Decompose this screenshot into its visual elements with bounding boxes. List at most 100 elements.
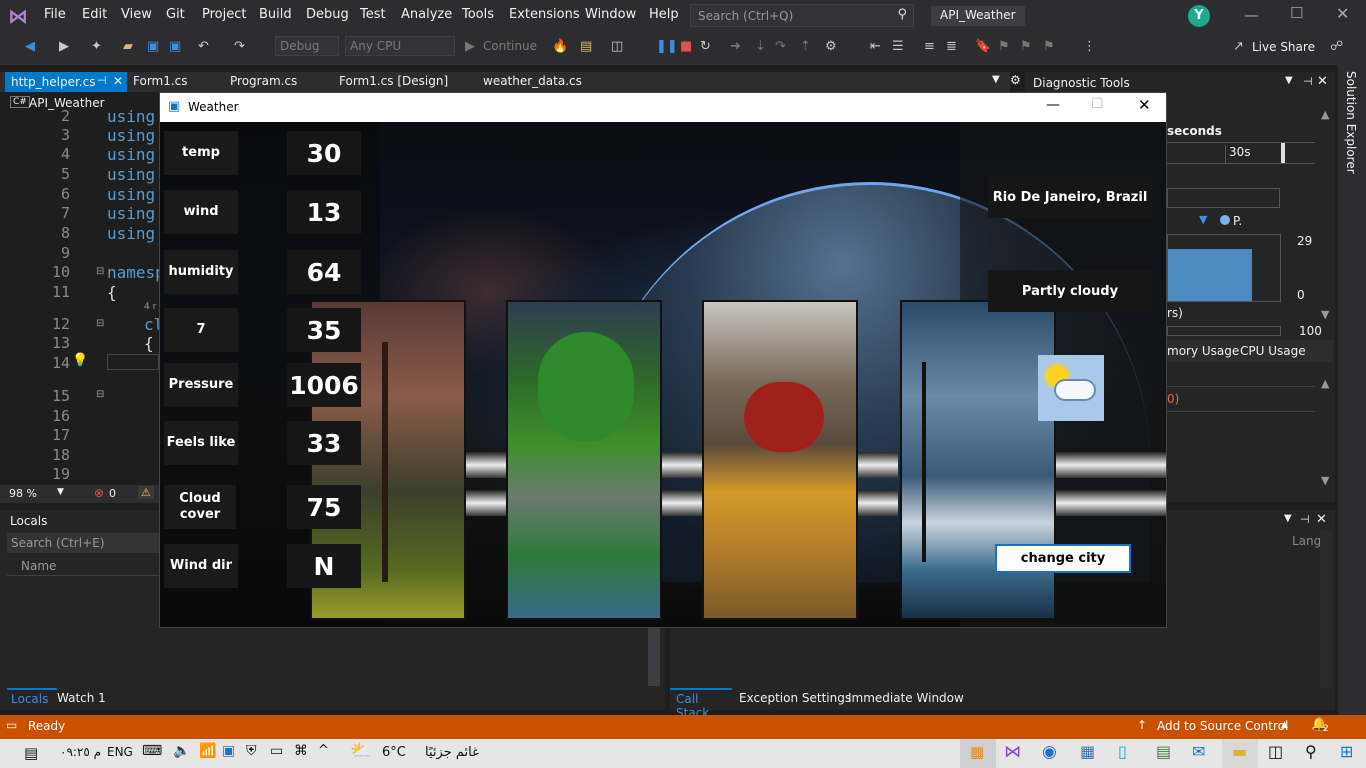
- code-lens-refs[interactable]: 4 r: [144, 302, 156, 312]
- tab-program[interactable]: Program.cs: [230, 74, 297, 88]
- taskbar-app-weather[interactable]: ▦: [960, 739, 996, 768]
- menu-extensions[interactable]: Extensions: [509, 7, 580, 22]
- tab-locals[interactable]: Locals: [7, 688, 57, 708]
- outdent-icon[interactable]: ☰: [892, 39, 904, 54]
- menu-build[interactable]: Build: [259, 7, 292, 22]
- menu-view[interactable]: View: [121, 7, 152, 22]
- panel-pin-icon[interactable]: ⊣: [1303, 75, 1313, 88]
- start-icon[interactable]: ⊞: [1340, 742, 1353, 761]
- uncomment-icon[interactable]: ≣: [946, 39, 957, 54]
- tab-form1[interactable]: Form1.cs: [133, 74, 188, 88]
- excel-icon[interactable]: ▤: [1156, 742, 1171, 761]
- step-into-icon[interactable]: ⇣: [755, 39, 766, 54]
- stop-icon[interactable]: ■: [680, 39, 692, 54]
- avatar[interactable]: Y: [1188, 5, 1210, 27]
- weather-title-bar[interactable]: ▣ Weather — ☐ ✕: [160, 93, 1166, 122]
- pause-icon[interactable]: ❚❚: [656, 39, 678, 54]
- step-over-icon[interactable]: ↷: [775, 39, 786, 54]
- taskbar-clock[interactable]: م ٠٩:٢٥: [60, 745, 101, 759]
- tab-weather-data[interactable]: weather_data.cs: [483, 74, 582, 88]
- action-center-icon[interactable]: ▤: [24, 744, 38, 762]
- feedback-icon[interactable]: ☍: [1330, 39, 1343, 54]
- collapse-icon[interactable]: ⊟: [96, 266, 104, 277]
- solution-explorer-tab[interactable]: Solution Explorer: [1344, 71, 1358, 174]
- zoom-dropdown-icon[interactable]: ▼: [57, 487, 64, 497]
- tab-memory-usage[interactable]: mory Usage: [1167, 344, 1239, 358]
- lightbulb-icon[interactable]: 💡: [72, 353, 88, 368]
- menu-tools[interactable]: Tools: [462, 7, 494, 22]
- diagnostics-icon[interactable]: ⚙: [825, 39, 837, 54]
- tab-close-icon[interactable]: ✕: [113, 74, 123, 88]
- meet-icon[interactable]: ⌘: [294, 743, 308, 759]
- step-icon[interactable]: ➜: [730, 39, 741, 54]
- timeline-ruler[interactable]: 30s: [1167, 142, 1315, 164]
- taskbar-weather-text[interactable]: غائم جزئيًا: [425, 745, 479, 760]
- search-box[interactable]: Search (Ctrl+Q) ⚲: [690, 4, 914, 27]
- notepad-icon[interactable]: ▯: [1118, 742, 1127, 761]
- continue-play-icon[interactable]: ▶: [465, 39, 475, 54]
- menu-debug[interactable]: Debug: [306, 7, 349, 22]
- live-share-button[interactable]: Live Share: [1252, 40, 1315, 54]
- weather-widget-icon[interactable]: ⛅: [350, 741, 371, 761]
- close-icon[interactable]: ✕: [1138, 96, 1151, 114]
- clear-bookmarks-icon[interactable]: ⚑: [1043, 39, 1055, 54]
- breakpoint-icon[interactable]: ⇤: [870, 39, 881, 54]
- collapse-icon[interactable]: ⊟: [96, 389, 104, 400]
- locals-col-name[interactable]: Name: [21, 559, 56, 573]
- taskbar-file-explorer[interactable]: ▬: [1222, 739, 1258, 768]
- visual-studio-icon[interactable]: ⋈: [1004, 742, 1021, 762]
- task-view-icon[interactable]: ◫: [1268, 742, 1283, 761]
- panel-close-icon[interactable]: ✕: [1316, 512, 1327, 527]
- redo-icon[interactable]: ↷: [234, 39, 245, 54]
- panel-dropdown-icon[interactable]: ▼: [1284, 513, 1292, 524]
- menu-help[interactable]: Help: [649, 7, 679, 22]
- chevron-up-icon[interactable]: ▲: [1281, 720, 1288, 730]
- scroll-down-icon[interactable]: ▼: [1321, 308, 1329, 321]
- save-all-icon[interactable]: ▣: [169, 39, 181, 54]
- chevron-up-icon[interactable]: ^: [318, 743, 329, 758]
- settings-gear-icon[interactable]: ⚙: [1010, 73, 1021, 87]
- zoom-level[interactable]: 98 %: [9, 487, 37, 500]
- panel-pin-icon[interactable]: ⊣: [1300, 513, 1310, 526]
- back-icon[interactable]: ◀: [25, 39, 35, 54]
- warning-icon[interactable]: ⚠: [138, 486, 154, 499]
- platform-dropdown[interactable]: Any CPU: [345, 36, 455, 56]
- tab-http-helper[interactable]: http_helper.cs ⊣ ✕: [5, 72, 127, 92]
- comment-icon[interactable]: ≡: [924, 39, 935, 54]
- collapse-icon[interactable]: ⊟: [96, 318, 104, 329]
- mail-icon[interactable]: ✉: [1192, 742, 1205, 761]
- filter-icon[interactable]: ▼: [1199, 213, 1207, 226]
- tab-exception-settings[interactable]: Exception Settings: [739, 691, 851, 705]
- live-share-icon[interactable]: ↗: [1233, 39, 1244, 54]
- change-city-button[interactable]: change city: [995, 544, 1131, 573]
- toolbox-icon[interactable]: ▤: [580, 39, 592, 54]
- search-icon[interactable]: ⚲: [1305, 742, 1317, 761]
- taskbar-temperature[interactable]: 6°C: [382, 745, 406, 760]
- solution-explorer-strip[interactable]: Solution Explorer: [1338, 65, 1366, 715]
- menu-window[interactable]: Window: [585, 7, 636, 22]
- timeline-marker[interactable]: [1281, 143, 1285, 163]
- config-dropdown[interactable]: Debug: [275, 36, 339, 56]
- error-icon[interactable]: ⊗: [94, 486, 104, 500]
- scroll-up-icon[interactable]: ▲: [1321, 108, 1329, 121]
- panel-close-icon[interactable]: ✕: [1317, 74, 1328, 89]
- overflow-icon[interactable]: ⋮: [1083, 39, 1096, 54]
- defender-icon[interactable]: ⛨: [246, 743, 257, 759]
- pin-icon[interactable]: ⊣: [97, 74, 107, 87]
- minimize-icon[interactable]: —: [1046, 97, 1060, 113]
- forward-icon[interactable]: ▶: [59, 39, 69, 54]
- menu-analyze[interactable]: Analyze: [401, 7, 452, 22]
- menu-project[interactable]: Project: [202, 7, 246, 22]
- menu-edit[interactable]: Edit: [82, 7, 107, 22]
- scroll-down-icon[interactable]: ▼: [1321, 474, 1329, 487]
- volume-icon[interactable]: 🔈: [173, 743, 190, 759]
- panel-dropdown-icon[interactable]: ▼: [1285, 75, 1293, 86]
- restart-icon[interactable]: ↻: [700, 39, 711, 54]
- menu-git[interactable]: Git: [166, 7, 185, 22]
- menu-test[interactable]: Test: [360, 7, 386, 22]
- tab-watch1[interactable]: Watch 1: [57, 691, 106, 705]
- battery-icon[interactable]: ▭: [270, 743, 283, 759]
- tab-dropdown-icon[interactable]: ▼: [992, 74, 1000, 85]
- scroll-up-icon[interactable]: ▲: [1321, 377, 1329, 390]
- diag-summary-row[interactable]: 0): [1167, 386, 1315, 412]
